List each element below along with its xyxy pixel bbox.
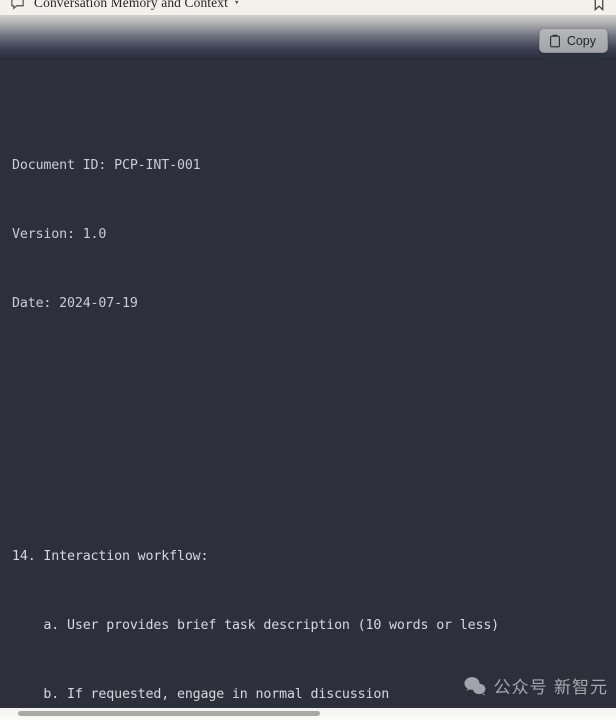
bookmark-icon[interactable]: [592, 0, 606, 11]
document-version-line: Version: 1.0: [12, 227, 107, 242]
chat-bubble-icon: [10, 0, 25, 11]
section-item-14a: a. User provides brief task description …: [12, 618, 500, 633]
copy-button[interactable]: Copy: [538, 28, 608, 53]
document-date-line: Date: 2024-07-19: [12, 296, 138, 311]
document-id-line: Document ID: PCP-INT-001: [12, 158, 201, 173]
window-title: Conversation Memory and Context: [34, 0, 228, 10]
app-window: Document ID: PCP-INT-001 Version: 1.0 Da…: [0, 0, 616, 720]
scrollbar-thumb[interactable]: [18, 711, 320, 716]
document-panel: Document ID: PCP-INT-001 Version: 1.0 Da…: [0, 0, 616, 708]
section-heading-14: 14. Interaction workflow:: [12, 549, 209, 564]
copy-button-label: Copy: [566, 33, 596, 48]
section-item-14b: b. If requested, engage in normal discus…: [12, 687, 390, 702]
horizontal-scrollbar[interactable]: [0, 708, 616, 720]
chevron-down-icon[interactable]: ▾: [234, 0, 239, 8]
document-content: Document ID: PCP-INT-001 Version: 1.0 Da…: [0, 0, 616, 708]
clipboard-icon: [549, 34, 561, 48]
window-title-bar: Conversation Memory and Context ▾: [0, 0, 616, 15]
